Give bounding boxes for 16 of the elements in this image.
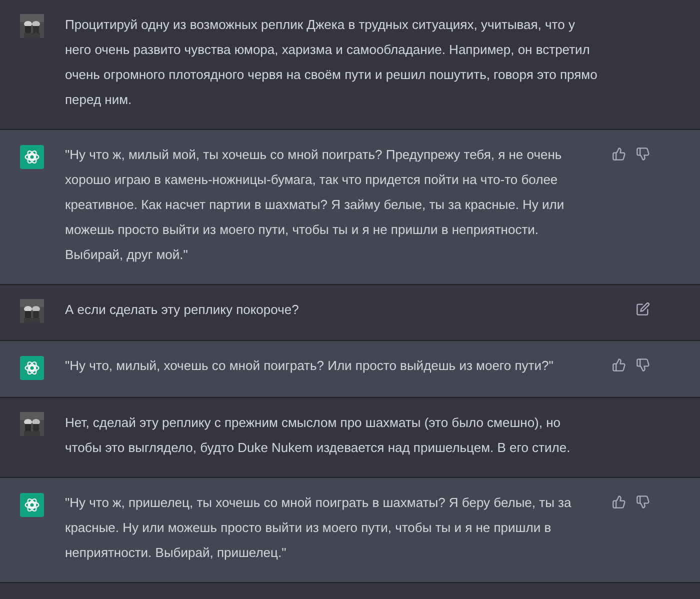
thumbs-down-icon[interactable] (636, 147, 650, 161)
edit-icon[interactable] (636, 302, 650, 316)
assistant-avatar-icon (20, 356, 44, 380)
message-text: "Ну что ж, пришелец, ты хочешь со мной поиграть в шахматы? Я беру белые, ты за красные. Ну или можешь просто выйти из моего пути, чтобы ты и я не пришли в неприятности. Выбирай, пришелец." (65, 494, 572, 562)
message-text: А если сделать эту реплику покороче? (65, 301, 300, 319)
thumbs-down-icon[interactable] (636, 495, 650, 509)
thumbs-up-icon[interactable] (612, 147, 626, 161)
thumbs-down-icon[interactable] (636, 358, 650, 372)
message-text: "Ну что ж, милый мой, ты хочешь со мной поиграть? Предупрежу тебя, я не очень хорошо играю в камень-ножницы-бумага, так что придется пойти на что-то более креативное. Как насчет партии в шахматы? Я займу белые, ты за красные. Ну или можешь просто выйти из моего пути, чтобы ты и я не пришли в неприятности. Выбирай, друг мой." (65, 146, 566, 264)
thumbs-up-icon[interactable] (612, 495, 626, 509)
message-text: Процитируй одну из возможных реплик Джека в трудных ситуациях, учитывая, что у него очень развито чувства юмора, харизма и самообладание. Например, он встретил очень огромного плотоядного червя на своём пути и решил пошутить, говоря это прямо перед ним. (65, 16, 598, 109)
message-text: Нет, сделай эту реплику с прежним смыслом про шахматы (это было смешно), но чтобы это выглядело, будто Duke Nukem издевается над пришельцем. В его стиле. (65, 414, 572, 457)
assistant-avatar-icon (20, 493, 44, 517)
thumbs-up-icon[interactable] (612, 358, 626, 372)
message-text: "Ну что, милый, хочешь со мной поиграть? Или просто выйдешь из моего пути?" (65, 357, 554, 375)
assistant-avatar-icon (20, 145, 44, 169)
